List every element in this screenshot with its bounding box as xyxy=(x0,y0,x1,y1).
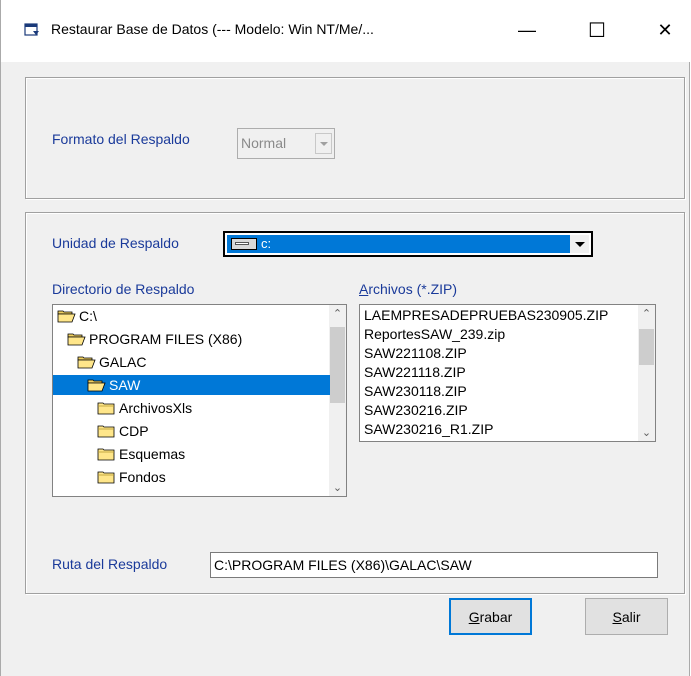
drive-label: Unidad de Respaldo xyxy=(52,235,179,251)
directory-listbox[interactable]: ⌃ ⌄ C:\ PROGRAM FILES (X86) GALAC SAW Archiv… xyxy=(52,304,347,497)
app-window-icon xyxy=(24,23,39,36)
scroll-thumb[interactable] xyxy=(330,327,345,403)
folder-icon xyxy=(97,448,115,461)
scroll-up-icon[interactable]: ⌃ xyxy=(638,305,655,322)
directory-item-label: PROGRAM FILES (X86) xyxy=(89,331,243,347)
drive-selected-value: c: xyxy=(227,235,570,253)
file-item-label: SAW221118.ZIP xyxy=(364,364,466,380)
file-item-label: ReportesSAW_239.zip xyxy=(364,326,506,342)
chevron-down-icon xyxy=(570,235,589,253)
file-item[interactable]: LAEMPRESADEPRUEBAS230905.ZIP xyxy=(360,307,638,327)
files-scrollbar[interactable]: ⌃ ⌄ xyxy=(638,305,655,441)
drive-value: c: xyxy=(261,236,272,251)
path-value: C:\PROGRAM FILES (X86)\GALAC\SAW xyxy=(214,557,472,573)
title-bar[interactable]: Restaurar Base de Datos (--- Modelo: Win… xyxy=(1,0,691,62)
file-item[interactable]: SAW230216_R1.ZIP xyxy=(360,421,638,441)
drive-select[interactable]: c: xyxy=(223,231,593,257)
window-title: Restaurar Base de Datos (--- Modelo: Win… xyxy=(51,21,374,37)
file-item-label: LAEMPRESADEPRUEBAS230905.ZIP xyxy=(364,307,609,323)
folder-icon xyxy=(97,471,115,484)
file-item-label: SAW221108.ZIP xyxy=(364,345,467,361)
path-label: Ruta del Respaldo xyxy=(52,556,168,572)
file-item-label: SAW230216_R1.ZIP xyxy=(364,421,494,437)
file-item[interactable]: SAW221118.ZIP xyxy=(360,364,638,384)
scroll-down-icon[interactable]: ⌄ xyxy=(329,479,346,496)
directory-item-label: C:\ xyxy=(79,308,97,324)
path-field[interactable]: C:\PROGRAM FILES (X86)\GALAC\SAW xyxy=(210,552,658,578)
save-button[interactable]: Grabar xyxy=(449,598,532,635)
files-label: Archivos (*.ZIP) xyxy=(359,281,458,297)
directory-item[interactable]: CDP xyxy=(53,421,330,441)
directory-item-label: GALAC xyxy=(99,354,147,370)
directory-scrollbar[interactable]: ⌃ ⌄ xyxy=(329,305,346,496)
directory-item[interactable]: GALAC xyxy=(53,352,330,372)
directory-item[interactable]: ArchivosXls xyxy=(53,398,330,418)
directory-label: Directorio de Respaldo xyxy=(52,281,195,297)
file-item[interactable]: SAW221108.ZIP xyxy=(360,345,638,365)
folder-open-icon xyxy=(67,333,86,346)
directory-item[interactable]: Fondos xyxy=(53,467,330,487)
scroll-down-icon[interactable]: ⌄ xyxy=(638,424,655,441)
directory-item[interactable]: PROGRAM FILES (X86) xyxy=(53,329,330,349)
scroll-thumb[interactable] xyxy=(639,329,654,365)
directory-item[interactable]: SAW xyxy=(53,375,330,395)
format-select[interactable]: Normal xyxy=(237,128,335,159)
restore-database-dialog: Restaurar Base de Datos (--- Modelo: Win… xyxy=(0,0,691,676)
folder-icon xyxy=(97,425,115,438)
directory-item-label: Esquemas xyxy=(119,446,186,462)
file-item-label: SAW230118.ZIP xyxy=(364,383,467,399)
folder-icon xyxy=(97,402,115,415)
close-button[interactable]: ✕ xyxy=(642,10,688,50)
directory-item[interactable]: Esquemas xyxy=(53,444,330,464)
folder-open-icon xyxy=(57,310,76,323)
file-item-label: SAW230216.ZIP xyxy=(364,402,468,418)
directory-item-label: SAW xyxy=(109,377,141,393)
folder-open-icon xyxy=(77,356,96,369)
maximize-button[interactable]: ☐ xyxy=(574,10,620,50)
file-item[interactable]: ReportesSAW_239.zip xyxy=(360,326,638,346)
directory-item-label: ArchivosXls xyxy=(119,400,193,416)
exit-button[interactable]: Salir xyxy=(585,598,668,635)
format-label: Formato del Respaldo xyxy=(52,131,190,147)
directory-item[interactable]: C:\ xyxy=(53,306,330,326)
file-item[interactable]: SAW230118.ZIP xyxy=(360,383,638,403)
chevron-down-icon xyxy=(315,133,332,154)
file-item[interactable]: SAW230216.ZIP xyxy=(360,402,638,422)
directory-item-label: CDP xyxy=(119,423,149,439)
directory-item-label: Fondos xyxy=(119,469,166,485)
drive-icon xyxy=(231,238,257,250)
files-listbox[interactable]: ⌃ ⌄ LAEMPRESADEPRUEBAS230905.ZIP Reportes… xyxy=(359,304,656,442)
folder-open-icon xyxy=(87,379,106,392)
scroll-up-icon[interactable]: ⌃ xyxy=(329,305,346,322)
format-value: Normal xyxy=(241,135,287,151)
minimize-button[interactable]: — xyxy=(504,10,550,50)
